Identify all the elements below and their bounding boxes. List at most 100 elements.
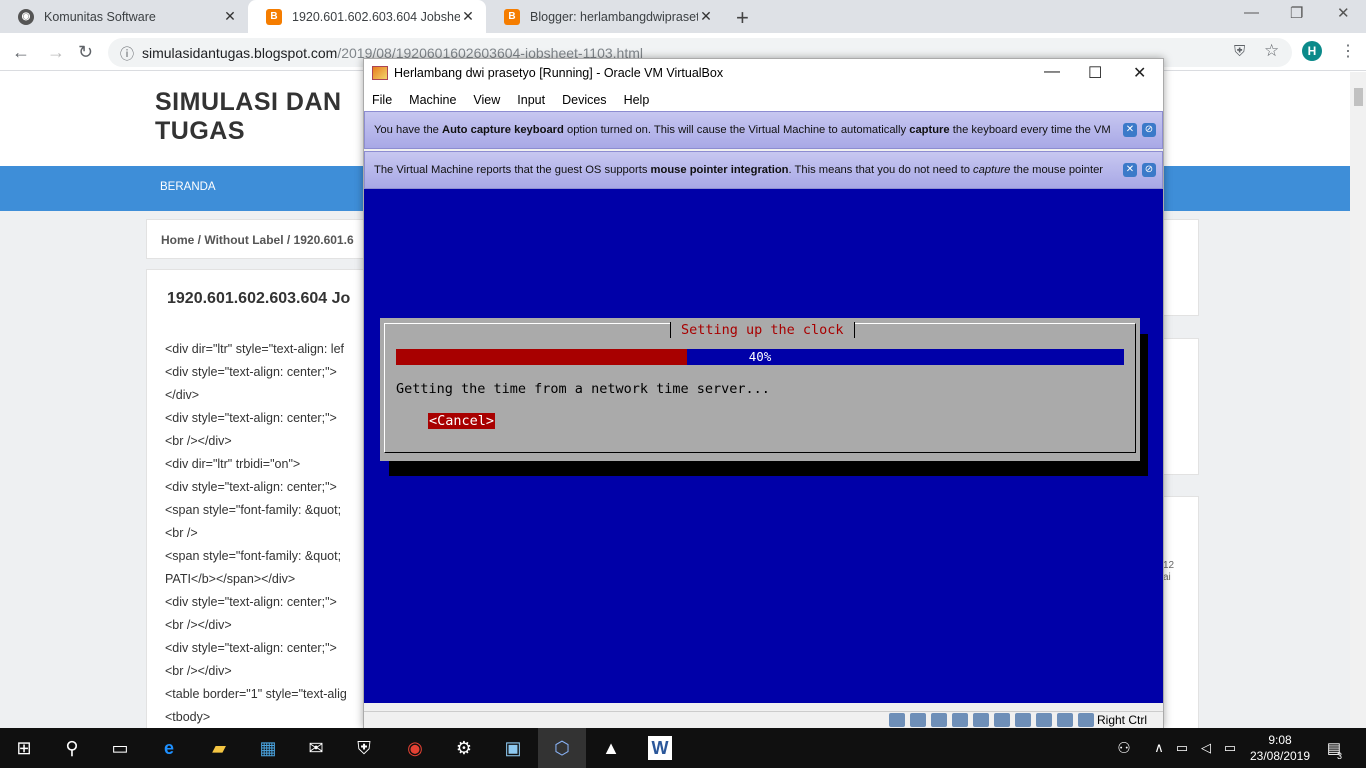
- blog-title-line1: SIMULASI DAN: [155, 88, 342, 116]
- new-tab-button[interactable]: +: [736, 5, 749, 31]
- code-line: <div style="text-align: center;">: [165, 411, 337, 425]
- notification-count: 3: [1337, 751, 1343, 761]
- browser-tab-strip: ◉ Komunitas Software ✕ B 1920.601.602.60…: [0, 0, 1366, 33]
- vm-screen[interactable]: Setting up the clock 40% Getting the tim…: [364, 189, 1163, 703]
- menu-input[interactable]: Input: [517, 93, 545, 107]
- blogger-icon: B: [504, 8, 520, 25]
- close-icon[interactable]: ✕: [698, 8, 714, 25]
- back-icon[interactable]: ←: [12, 42, 30, 63]
- task-view-icon[interactable]: ▭: [108, 736, 132, 760]
- auto-capture-banner: You have the Auto capture keyboard optio…: [364, 111, 1163, 149]
- breadcrumb: Home / Without Label / 1920.601.6: [146, 219, 376, 259]
- menu-dots-icon[interactable]: ⋮: [1340, 41, 1356, 61]
- restore-icon[interactable]: ❐: [1290, 4, 1303, 22]
- mail-icon[interactable]: ✉: [304, 736, 328, 760]
- menu-view[interactable]: View: [473, 93, 500, 107]
- shared-folders-icon[interactable]: [994, 713, 1010, 727]
- menu-help[interactable]: Help: [624, 93, 650, 107]
- store-icon[interactable]: ▦: [256, 736, 280, 760]
- mute-banner-icon[interactable]: ⊘: [1142, 163, 1156, 177]
- cpu-icon[interactable]: [1057, 713, 1073, 727]
- nav-home-link[interactable]: BERANDA: [160, 181, 216, 193]
- progress-text: 40%: [748, 349, 772, 364]
- code-line: <br /></div>: [165, 664, 232, 678]
- code-line: <br />: [165, 526, 198, 540]
- scrollbar-thumb[interactable]: [1354, 88, 1363, 106]
- menu-devices[interactable]: Devices: [562, 93, 606, 107]
- display-icon[interactable]: [1015, 713, 1031, 727]
- dialog-title: Setting up the clock: [670, 322, 855, 338]
- calculator-icon[interactable]: ▣: [501, 736, 525, 760]
- extension-icon[interactable]: ⛨: [1234, 43, 1245, 60]
- code-line: <div style="text-align: center;">: [165, 641, 337, 655]
- search-icon[interactable]: ⚲: [60, 736, 84, 760]
- chevron-up-icon[interactable]: ∧: [1147, 736, 1171, 760]
- close-icon[interactable]: ✕: [460, 8, 476, 25]
- virtualbox-taskbar-icon[interactable]: ⬡: [550, 736, 574, 760]
- vbox-statusbar: Right Ctrl: [364, 711, 1163, 728]
- close-window-icon[interactable]: ✕: [1337, 4, 1350, 22]
- code-line: <div style="text-align: center;">: [165, 595, 337, 609]
- reload-icon[interactable]: ↻: [78, 42, 93, 63]
- community-icon: ◉: [18, 8, 34, 25]
- language-icon[interactable]: ▭: [1218, 736, 1242, 760]
- volume-icon[interactable]: ◁: [1194, 736, 1218, 760]
- tab-jobsheet[interactable]: B 1920.601.602.603.604 Jobsheet 1 ✕: [248, 0, 486, 33]
- audio-icon[interactable]: [931, 713, 947, 727]
- word-icon[interactable]: W: [648, 736, 672, 760]
- forward-icon[interactable]: →: [47, 42, 65, 63]
- close-icon[interactable]: ✕: [1133, 63, 1146, 83]
- cancel-button[interactable]: <Cancel>: [428, 413, 496, 429]
- menu-machine[interactable]: Machine: [409, 93, 456, 107]
- file-explorer-icon[interactable]: ▰: [207, 736, 231, 760]
- photos-icon[interactable]: ▲: [599, 736, 623, 760]
- virtualbox-window: Herlambang dwi prasetyo [Running] - Orac…: [363, 58, 1164, 728]
- mouse-integration-icon[interactable]: [1078, 713, 1094, 727]
- breadcrumb-text[interactable]: Home / Without Label / 1920.601.6: [161, 233, 354, 247]
- system-clock[interactable]: 9:08 23/08/2019: [1245, 732, 1315, 764]
- banner-text: You have the Auto capture keyboard optio…: [374, 124, 1111, 136]
- blog-title[interactable]: SIMULASI DAN TUGAS: [155, 88, 342, 146]
- code-line: <table border="1" style="text-alig: [165, 687, 347, 701]
- close-banner-icon[interactable]: ✕: [1123, 163, 1137, 177]
- tab-komunitas-software[interactable]: ◉ Komunitas Software ✕: [0, 0, 248, 33]
- code-line: <div style="text-align: center;">: [165, 480, 337, 494]
- info-icon[interactable]: ⓘ: [120, 44, 134, 64]
- blogger-icon: B: [266, 8, 282, 25]
- tab-title: 1920.601.602.603.604 Jobsheet 1: [292, 9, 460, 24]
- edge-icon[interactable]: e: [157, 736, 181, 760]
- mouse-integration-banner: The Virtual Machine reports that the gue…: [364, 151, 1163, 189]
- minimize-icon[interactable]: —: [1244, 4, 1259, 21]
- profile-avatar[interactable]: H: [1302, 41, 1322, 61]
- notification-icon[interactable]: ▤: [1322, 736, 1346, 760]
- menu-file[interactable]: File: [372, 93, 392, 107]
- code-line: <div dir="ltr" style="text-align: lef: [165, 342, 345, 356]
- security-icon[interactable]: ⛨: [352, 736, 376, 760]
- network-icon[interactable]: [952, 713, 968, 727]
- close-banner-icon[interactable]: ✕: [1123, 123, 1137, 137]
- network-tray-icon[interactable]: ▭: [1170, 736, 1194, 760]
- optical-drive-icon[interactable]: [910, 713, 926, 727]
- mute-banner-icon[interactable]: ⊘: [1142, 123, 1156, 137]
- code-line: <br /></div>: [165, 434, 232, 448]
- minimize-icon[interactable]: —: [1044, 63, 1060, 81]
- vbox-titlebar[interactable]: Herlambang dwi prasetyo [Running] - Orac…: [364, 59, 1163, 88]
- people-icon[interactable]: ⚇: [1112, 736, 1136, 760]
- close-icon[interactable]: ✕: [222, 8, 238, 25]
- code-line: <div style="text-align: center;">: [165, 365, 337, 379]
- maximize-icon[interactable]: ☐: [1088, 63, 1102, 83]
- hard-disk-icon[interactable]: [889, 713, 905, 727]
- virtualbox-icon: [372, 66, 388, 80]
- start-icon[interactable]: ⊞: [12, 736, 36, 760]
- bookmark-star-icon[interactable]: ☆: [1264, 41, 1279, 61]
- post-card: 1920.601.602.603.604 Jo: [146, 269, 376, 728]
- page-scrollbar[interactable]: [1350, 72, 1366, 728]
- settings-gear-icon[interactable]: ⚙: [452, 736, 476, 760]
- usb-icon[interactable]: [973, 713, 989, 727]
- tab-blogger[interactable]: B Blogger: herlambangdwiprasetyo ✕: [486, 0, 724, 33]
- clock-time: 9:08: [1268, 733, 1292, 747]
- code-line: <div dir="ltr" trbidi="on">: [165, 457, 301, 471]
- recording-icon[interactable]: [1036, 713, 1052, 727]
- post-title: 1920.601.602.603.604 Jo: [167, 290, 351, 307]
- chrome-icon[interactable]: ◉: [403, 736, 427, 760]
